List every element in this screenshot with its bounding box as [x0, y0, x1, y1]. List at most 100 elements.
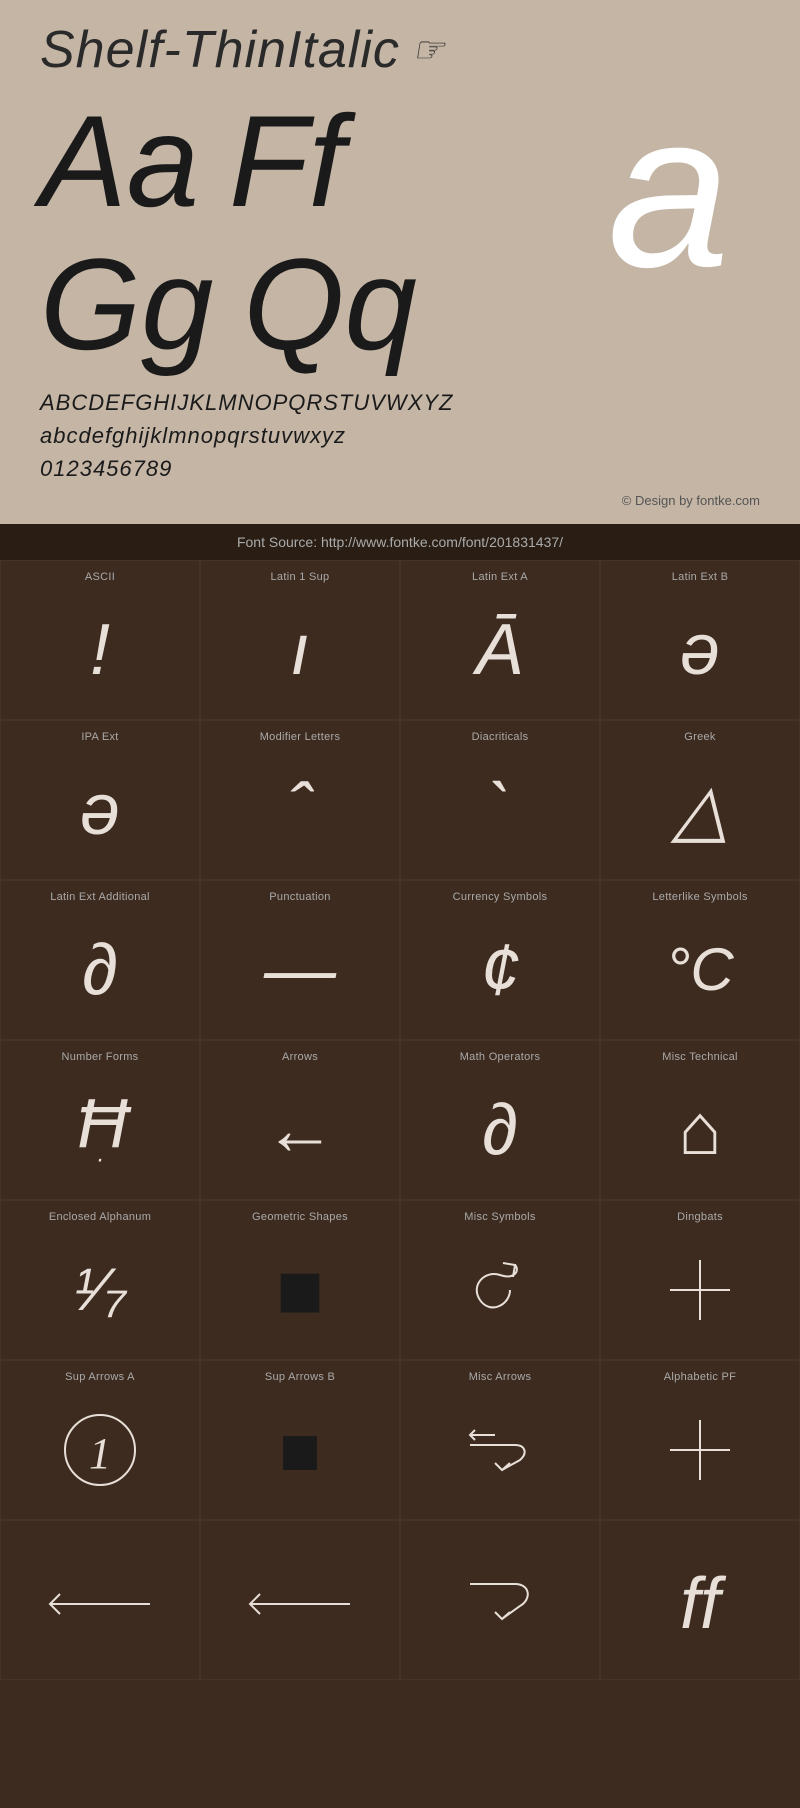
unicode-char-arrowleft1: [40, 1537, 160, 1671]
unicode-char-numberforms: Ħ ·: [77, 1069, 123, 1191]
unicode-char-miscarrows: [460, 1389, 540, 1511]
unicode-label-diacriticals: Diacriticals: [472, 731, 529, 743]
unicode-cell-ffligature: ff: [600, 1520, 800, 1680]
unicode-cell-punctuation: Punctuation —: [200, 880, 400, 1040]
unicode-char-suparrowsa: 1: [60, 1389, 140, 1511]
unicode-cell-enclosedalpha: Enclosed Alphanum ¹⁄₇: [0, 1200, 200, 1360]
unicode-label-latin1sup: Latin 1 Sup: [271, 571, 330, 583]
unicode-grid: ASCII ! Latin 1 Sup ı Latin Ext A Ā Lati…: [0, 560, 800, 1680]
unicode-cell-greek: Greek △: [600, 720, 800, 880]
unicode-char-latinexta: Ā: [476, 589, 524, 711]
unicode-label-suparrowsb: Sup Arrows B: [265, 1371, 335, 1383]
unicode-char-latinextb: ə: [680, 589, 720, 711]
unicode-label-miscsymbols: Misc Symbols: [464, 1211, 535, 1223]
letter-aa: Aa: [40, 90, 199, 233]
unicode-char-suparrowsb: ■: [279, 1389, 321, 1511]
unicode-char-ascii: !: [90, 589, 110, 711]
svg-text:1: 1: [89, 1429, 111, 1478]
unicode-cell-arrowcurl: [400, 1520, 600, 1680]
unicode-char-enclosedalpha: ¹⁄₇: [74, 1229, 125, 1351]
unicode-char-letterlike: °C: [666, 909, 733, 1031]
letter-gg: Gg: [40, 233, 213, 376]
unicode-cell-letterlike: Letterlike Symbols °C: [600, 880, 800, 1040]
unicode-cell-geometric: Geometric Shapes ■: [200, 1200, 400, 1360]
unicode-char-geometric: ■: [276, 1229, 324, 1351]
unicode-label-enclosedalpha: Enclosed Alphanum: [49, 1211, 151, 1223]
unicode-label-misctech: Misc Technical: [662, 1051, 738, 1063]
unicode-label-ipaext: IPA Ext: [81, 731, 118, 743]
lowercase-alphabet: abcdefghijklmnopqrstuvwxyz: [40, 419, 760, 452]
unicode-cell-suparrowsa: Sup Arrows A 1: [0, 1360, 200, 1520]
uppercase-alphabet: ABCDEFGHIJKLMNOPQRSTUVWXYZ: [40, 386, 760, 419]
unicode-char-latin1sup: ı: [290, 589, 310, 711]
unicode-label-numberforms: Number Forms: [62, 1051, 139, 1063]
unicode-cell-suparrowsb: Sup Arrows B ■: [200, 1360, 400, 1520]
unicode-label-suparrowsa: Sup Arrows A: [65, 1371, 135, 1383]
unicode-char-punctuation: —: [264, 909, 336, 1031]
unicode-label-miscarrows: Misc Arrows: [469, 1371, 532, 1383]
unicode-cell-alphabeticpf: Alphabetic PF: [600, 1360, 800, 1520]
alphabet-section: ABCDEFGHIJKLMNOPQRSTUVWXYZ abcdefghijklm…: [40, 386, 760, 485]
unicode-label-ascii: ASCII: [85, 571, 115, 583]
unicode-cell-latinexta: Latin Ext A Ā: [400, 560, 600, 720]
unicode-cell-arrowleft2: [200, 1520, 400, 1680]
unicode-char-misctech: ⌂: [678, 1069, 722, 1191]
unicode-cell-currency: Currency Symbols ¢: [400, 880, 600, 1040]
unicode-char-ipaext: ə: [80, 749, 120, 871]
unicode-char-latinextadd: ∂: [82, 909, 118, 1031]
unicode-label-geometric: Geometric Shapes: [252, 1211, 348, 1223]
unicode-cell-dingbats: Dingbats: [600, 1200, 800, 1360]
unicode-char-diacriticals: `: [488, 749, 512, 871]
unicode-label-dingbats: Dingbats: [677, 1211, 723, 1223]
dark-section: Font Source: http://www.fontke.com/font/…: [0, 524, 800, 1680]
unicode-cell-latinextadd: Latin Ext Additional ∂: [0, 880, 200, 1040]
unicode-cell-latinextb: Latin Ext B ə: [600, 560, 800, 720]
unicode-label-greek: Greek: [684, 731, 715, 743]
letter-row-1: Aa Ff: [40, 90, 417, 233]
unicode-cell-misctech: Misc Technical ⌂: [600, 1040, 800, 1200]
unicode-cell-miscsymbols: Misc Symbols: [400, 1200, 600, 1360]
unicode-label-latinextb: Latin Ext B: [672, 571, 729, 583]
unicode-label-arrows: Arrows: [282, 1051, 318, 1063]
unicode-char-ffligature: ff: [680, 1537, 720, 1671]
unicode-char-greek: △: [672, 749, 727, 871]
unicode-cell-arrowleft1: [0, 1520, 200, 1680]
letter-pairs: Aa Ff Gg Qq a: [40, 90, 760, 376]
unicode-cell-latin1sup: Latin 1 Sup ı: [200, 560, 400, 720]
unicode-char-miscsymbols: [460, 1229, 540, 1351]
unicode-char-modifier: ˆ: [288, 749, 312, 871]
unicode-cell-ascii: ASCII !: [0, 560, 200, 720]
unicode-label-latinexta: Latin Ext A: [472, 571, 528, 583]
unicode-label-punctuation: Punctuation: [269, 891, 330, 903]
unicode-char-dingbats: [665, 1229, 735, 1351]
digits: 0123456789: [40, 452, 760, 485]
font-source: Font Source: http://www.fontke.com/font/…: [0, 524, 800, 560]
unicode-cell-miscarrows: Misc Arrows: [400, 1360, 600, 1520]
letter-a-white: a: [608, 80, 730, 300]
unicode-label-mathops: Math Operators: [460, 1051, 541, 1063]
unicode-label-alphabeticpf: Alphabetic PF: [664, 1371, 736, 1383]
unicode-label-latinextadd: Latin Ext Additional: [50, 891, 150, 903]
design-credit: © Design by fontke.com: [40, 493, 760, 514]
letter-row-2: Gg Qq: [40, 233, 417, 376]
unicode-cell-arrows: Arrows ←: [200, 1040, 400, 1200]
unicode-char-arrows: ←: [264, 1069, 336, 1191]
unicode-cell-ipaext: IPA Ext ə: [0, 720, 200, 880]
letter-ff: Ff: [229, 90, 345, 233]
unicode-cell-modifier: Modifier Letters ˆ: [200, 720, 400, 880]
unicode-char-currency: ¢: [480, 909, 520, 1031]
font-name: Shelf-ThinItalic: [40, 20, 400, 80]
unicode-char-arrowcurl: [460, 1537, 540, 1671]
unicode-char-mathops: ∂: [482, 1069, 518, 1191]
unicode-label-letterlike: Letterlike Symbols: [652, 891, 747, 903]
unicode-char-alphabeticpf: [665, 1389, 735, 1511]
preview-section: Shelf-ThinItalic ☞ Aa Ff Gg Qq a ABCDEFG…: [0, 0, 800, 524]
letter-qq: Qq: [243, 233, 416, 376]
unicode-cell-mathops: Math Operators ∂: [400, 1040, 600, 1200]
unicode-cell-diacriticals: Diacriticals `: [400, 720, 600, 880]
unicode-char-arrowleft2: [240, 1537, 360, 1671]
letter-pair-left: Aa Ff Gg Qq: [40, 90, 417, 376]
unicode-cell-numberforms: Number Forms Ħ ·: [0, 1040, 200, 1200]
unicode-label-modifier: Modifier Letters: [260, 731, 341, 743]
cursor-icon: ☞: [412, 29, 445, 71]
